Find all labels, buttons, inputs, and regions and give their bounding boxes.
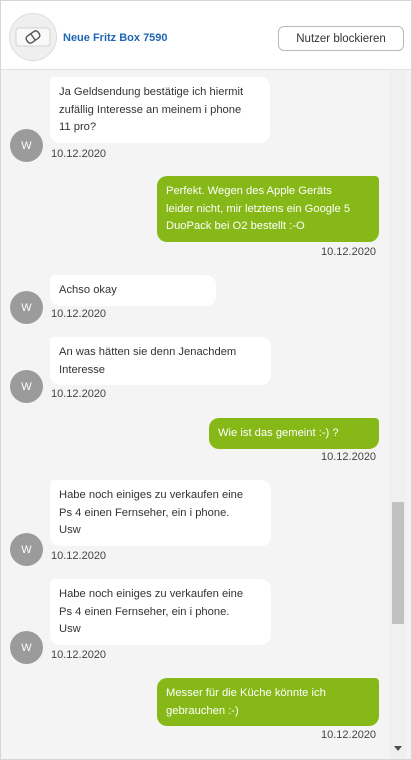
message-line: Ps 4 einen Fernseher, ein i phone. [59, 605, 230, 618]
message-time: 10.12.2020 [321, 451, 377, 463]
listing-thumbnail[interactable] [9, 13, 57, 61]
message-line: Habe noch einiges zu verkaufen eine [59, 489, 244, 501]
message-line: leider nicht, mir letztens ein Google 5 [166, 202, 351, 215]
message-time: 10.12.2020 [51, 649, 107, 661]
message-line: DuoPack bei O2 bestellt :-O [166, 220, 305, 232]
message-bubble-incoming: Achso okay [50, 275, 216, 306]
message-time: 10.12.2020 [51, 308, 107, 320]
sender-avatar: W [10, 370, 43, 403]
message-line: An was hätten sie denn Jenachdem [59, 346, 237, 358]
message-line: gebrauchen :-) [166, 704, 239, 717]
message-line: Usw [59, 524, 81, 536]
message-bubble-incoming: An was hätten sie denn Jenachdem Interes… [50, 337, 271, 385]
sender-avatar: W [10, 631, 43, 664]
sender-avatar: W [10, 533, 43, 566]
chat-scrollbar[interactable] [389, 70, 407, 759]
message-line: Interesse [59, 363, 106, 376]
scrollbar-thumb[interactable] [392, 502, 404, 624]
message-line: Perfekt. Wegen des Apple Geräts [166, 185, 332, 197]
listing-title[interactable]: Neue Fritz Box 7590 [63, 32, 168, 44]
message-bubble-outgoing: Perfekt. Wegen des Apple Geräts leider n… [157, 176, 379, 242]
message-list: Ja Geldsendung bestätige ich hiermit zuf… [1, 70, 389, 759]
message-time: 10.12.2020 [51, 550, 107, 562]
chat-header: Neue Fritz Box 7590 Nutzer blockieren [1, 1, 411, 70]
message-line: Usw [59, 623, 81, 635]
message-line: 11 pro? [59, 121, 97, 133]
message-time: 10.12.2020 [321, 729, 377, 741]
message-bubble-incoming: Ja Geldsendung bestätige ich hiermit zuf… [50, 77, 270, 143]
message-time: 10.12.2020 [51, 388, 107, 400]
message-line: Ps 4 einen Fernseher, ein i phone. [59, 506, 230, 519]
block-user-button[interactable]: Nutzer blockieren [278, 26, 404, 51]
sender-avatar: W [10, 129, 43, 162]
message-line: Habe noch einiges zu verkaufen eine [59, 588, 244, 600]
message-bubble-outgoing: Wie ist das gemeint :-) ? [209, 418, 379, 449]
message-time: 10.12.2020 [321, 246, 377, 258]
message-line: Achso okay [59, 284, 117, 296]
message-line: zufällig Interesse an meinem i phone [59, 103, 242, 116]
message-bubble-incoming: Habe noch einiges zu verkaufen eine Ps 4… [50, 579, 271, 645]
message-line: Messer für die Küche könnte ich [166, 687, 326, 699]
message-line: Wie ist das gemeint :-) ? [218, 427, 339, 439]
message-bubble-outgoing: Messer für die Küche könnte ich gebrauch… [157, 678, 379, 726]
chat-window: Neue Fritz Box 7590 Nutzer blockieren Ja… [0, 0, 412, 760]
scroll-down-arrow-icon[interactable] [394, 746, 402, 751]
message-time: 10.12.2020 [51, 148, 107, 160]
product-image-icon [10, 14, 56, 60]
message-bubble-incoming: Habe noch einiges zu verkaufen eine Ps 4… [50, 480, 271, 546]
message-line: Ja Geldsendung bestätige ich hiermit [59, 86, 244, 98]
sender-avatar: W [10, 291, 43, 324]
